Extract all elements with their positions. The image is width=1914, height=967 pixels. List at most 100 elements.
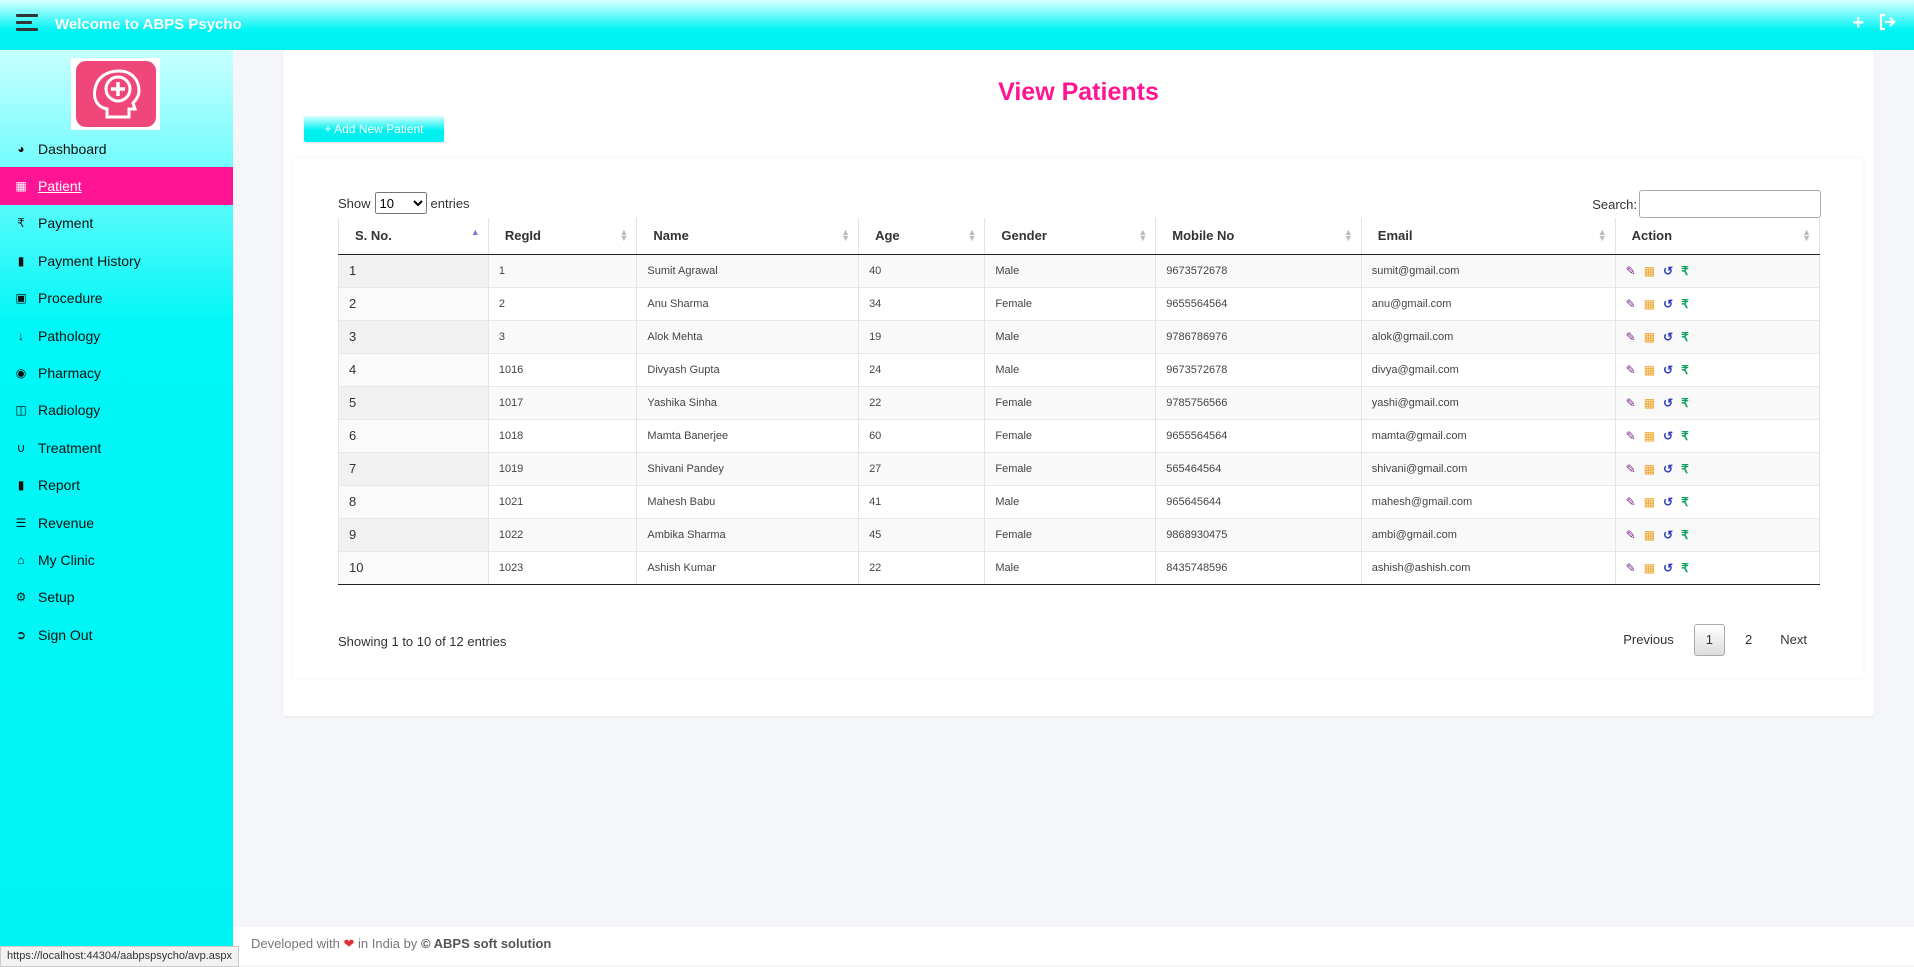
rupee-payment-icon[interactable]: ₹ — [1681, 298, 1689, 310]
column-header-label: Action — [1631, 228, 1673, 244]
edit-icon[interactable]: ✎ — [1626, 364, 1636, 376]
table-cell: 24 — [858, 352, 986, 386]
table-row: 8 1021 Mahesh Babu 41 Male 965645644 mahesh@gm… — [338, 484, 1821, 518]
column-header-regid[interactable]: RegId ▲ ▼ — [488, 218, 638, 255]
rupee-payment-icon[interactable]: ₹ — [1681, 397, 1689, 409]
search-input[interactable] — [1639, 190, 1821, 218]
rupee-icon: ₹ — [17, 216, 25, 231]
history-icon[interactable]: ↺ — [1663, 397, 1673, 409]
table-cell: ambi@gmail.com — [1361, 517, 1616, 551]
rupee-payment-icon[interactable]: ₹ — [1681, 529, 1689, 541]
previous-page-button[interactable]: Previous — [1609, 625, 1688, 655]
patient-profile-icon[interactable]: ▦ — [1644, 331, 1655, 343]
history-icon[interactable]: ↺ — [1663, 265, 1673, 277]
sidebar-item-report[interactable]: ▮ Report — [0, 467, 233, 504]
table-cell: 1 — [488, 253, 638, 287]
patient-profile-icon[interactable]: ▦ — [1644, 529, 1655, 541]
history-icon[interactable]: ↺ — [1663, 331, 1673, 343]
history-icon[interactable]: ↺ — [1663, 562, 1673, 574]
edit-icon[interactable]: ✎ — [1626, 397, 1636, 409]
sidebar-item-treatment[interactable]: ∪ Treatment — [0, 429, 233, 466]
footer-company: © ABPS soft solution — [420, 936, 552, 951]
rupee-payment-icon[interactable]: ₹ — [1681, 265, 1689, 277]
sidebar-item-pharmacy[interactable]: ◉ Pharmacy — [0, 354, 233, 391]
app-logo[interactable] — [75, 61, 156, 127]
edit-icon[interactable]: ✎ — [1626, 430, 1636, 442]
sidebar-item-radiology[interactable]: ◫ Radiology — [0, 392, 233, 429]
rupee-payment-icon[interactable]: ₹ — [1681, 463, 1689, 475]
history-icon[interactable]: ↺ — [1663, 364, 1673, 376]
patient-profile-icon[interactable]: ▦ — [1644, 430, 1655, 442]
pagination: Previous 1 2 Next — [1609, 624, 1821, 656]
logout-icon[interactable] — [1878, 13, 1896, 35]
column-header-s-no[interactable]: S. No. ▲ — [338, 218, 489, 255]
column-header-action[interactable]: Action ▲ ▼ — [1615, 218, 1821, 255]
edit-icon[interactable]: ✎ — [1626, 562, 1636, 574]
patient-profile-icon[interactable]: ▦ — [1644, 496, 1655, 508]
history-icon[interactable]: ↺ — [1663, 463, 1673, 475]
plus-icon[interactable]: + — [1852, 13, 1864, 35]
entries-length-select[interactable]: 10 — [374, 192, 427, 214]
history-icon[interactable]: ↺ — [1663, 430, 1673, 442]
patient-profile-icon[interactable]: ▦ — [1644, 562, 1655, 574]
edit-icon[interactable]: ✎ — [1626, 529, 1636, 541]
add-new-patient-button[interactable]: + Add New Patient — [304, 116, 444, 142]
sidebar-item-pathology[interactable]: ↓ Pathology — [0, 317, 233, 354]
sidebar-item-revenue[interactable]: ☰ Revenue — [0, 504, 233, 541]
column-header-name[interactable]: Name ▲ ▼ — [636, 218, 860, 255]
table-cell: 41 — [858, 484, 986, 518]
table-cell: mamta@gmail.com — [1361, 418, 1616, 452]
edit-icon[interactable]: ✎ — [1626, 496, 1636, 508]
edit-icon[interactable]: ✎ — [1626, 298, 1636, 310]
menu-toggle-icon[interactable] — [16, 14, 38, 32]
footer: Developed with ❤ in India by © ABPS soft… — [233, 927, 1914, 965]
table-cell: 5 — [338, 385, 489, 419]
patient-profile-icon[interactable]: ▦ — [1644, 397, 1655, 409]
sidebar-item-setup[interactable]: ⚙ Setup — [0, 579, 233, 616]
table-cell: 3 — [338, 319, 489, 353]
edit-icon[interactable]: ✎ — [1626, 463, 1636, 475]
next-page-button[interactable]: Next — [1766, 625, 1821, 655]
edit-icon[interactable]: ✎ — [1626, 265, 1636, 277]
sidebar-item-payment[interactable]: ₹ Payment — [0, 205, 233, 242]
page-button-1[interactable]: 1 — [1693, 624, 1726, 656]
sidebar-item-payment-history[interactable]: ▮ Payment History — [0, 242, 233, 279]
signout-icon: ➲ — [15, 627, 27, 642]
patient-profile-icon[interactable]: ▦ — [1644, 298, 1655, 310]
column-header-email[interactable]: Email ▲ ▼ — [1361, 218, 1616, 255]
patient-profile-icon[interactable]: ▦ — [1644, 265, 1655, 277]
sidebar-item-label: Payment History — [38, 252, 141, 269]
column-header-age[interactable]: Age ▲ ▼ — [858, 218, 986, 255]
history-icon[interactable]: ↺ — [1663, 496, 1673, 508]
rupee-payment-icon[interactable]: ₹ — [1681, 364, 1689, 376]
search-control: Search: — [1592, 190, 1821, 218]
table-cell: 1019 — [488, 451, 638, 485]
patient-profile-icon[interactable]: ▦ — [1644, 364, 1655, 376]
page-button-2[interactable]: 2 — [1731, 625, 1766, 655]
table-cell: Shivani Pandey — [636, 451, 860, 485]
action-cell: ✎ ▦ ↺ ₹ — [1615, 253, 1821, 287]
table-cell: Male — [984, 352, 1157, 386]
column-header-label: Email — [1377, 228, 1413, 244]
sidebar-item-sign-out[interactable]: ➲ Sign Out — [0, 616, 233, 653]
radiology-icon: ◫ — [15, 403, 27, 418]
rupee-payment-icon[interactable]: ₹ — [1681, 562, 1689, 574]
rupee-payment-icon[interactable]: ₹ — [1681, 496, 1689, 508]
table-cell: 1 — [338, 253, 489, 287]
sidebar-item-label: Treatment — [38, 439, 102, 456]
rupee-payment-icon[interactable]: ₹ — [1681, 331, 1689, 343]
file-icon: ▮ — [17, 253, 25, 268]
edit-icon[interactable]: ✎ — [1626, 331, 1636, 343]
history-icon[interactable]: ↺ — [1663, 529, 1673, 541]
sidebar-item-my-clinic[interactable]: ⌂ My Clinic — [0, 541, 233, 578]
sidebar-item-patient[interactable]: ▦ Patient — [0, 167, 233, 205]
patient-profile-icon[interactable]: ▦ — [1644, 463, 1655, 475]
column-header-mobile-no[interactable]: Mobile No ▲ ▼ — [1155, 218, 1362, 255]
column-header-gender[interactable]: Gender ▲ ▼ — [984, 218, 1157, 255]
sidebar-item-procedure[interactable]: ▣ Procedure — [0, 280, 233, 317]
table-cell: 9673572678 — [1155, 253, 1362, 287]
sidebar-item-label: Revenue — [38, 514, 95, 531]
sidebar-item-dashboard[interactable]: ◕ Dashboard — [0, 130, 233, 167]
rupee-payment-icon[interactable]: ₹ — [1681, 430, 1689, 442]
history-icon[interactable]: ↺ — [1663, 298, 1673, 310]
